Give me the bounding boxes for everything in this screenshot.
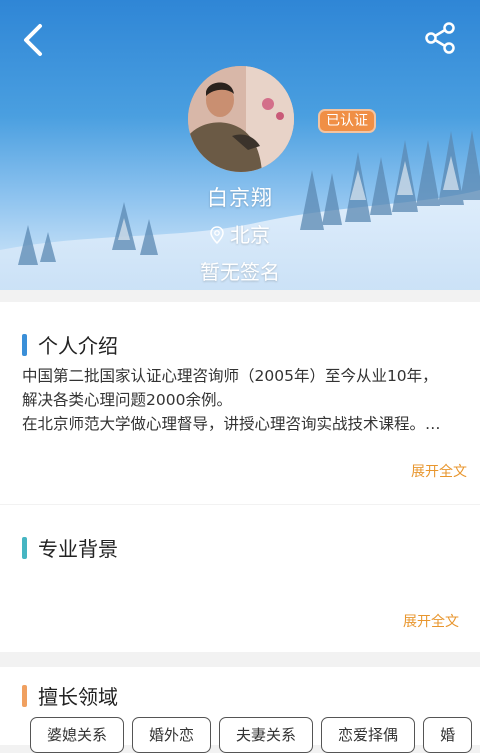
expertise-tags: 婆媳关系 婚外恋 夫妻关系 恋爱择偶婚	[30, 717, 480, 753]
background-section-title: 专业背景	[22, 533, 118, 562]
avatar-photo	[188, 66, 294, 172]
location-text: 北京	[230, 223, 270, 247]
expertise-title-text: 擅长领域	[38, 685, 118, 709]
expertise-tag[interactable]: 婚	[423, 717, 473, 753]
intro-text: 中国第二批国家认证心理咨询师（2005年）至今从业10年， 解决各类心理问题20…	[22, 364, 468, 436]
share-button[interactable]	[422, 20, 458, 56]
profile-header: 已认证 白京翔 北京 暂无签名	[0, 0, 480, 290]
verified-badge: 已认证	[318, 109, 376, 133]
profile-name: 白京翔	[207, 186, 273, 210]
expertise-tag[interactable]: 婆媳关系	[30, 717, 125, 753]
avatar[interactable]	[188, 66, 294, 172]
profile-signature: 暂无签名	[200, 260, 280, 284]
back-arrow-icon	[24, 24, 42, 56]
profile-location: 北京	[0, 219, 480, 248]
background-section: 专业背景 展开全文	[0, 505, 480, 652]
section-accent-bar	[22, 333, 27, 356]
intro-line: 在北京师范大学做心理督导，讲授心理咨询实战技术课程。…	[22, 415, 441, 433]
share-icon	[425, 22, 455, 54]
intro-section-title: 个人介绍	[22, 330, 118, 359]
expertise-tag[interactable]: 恋爱择偶	[321, 717, 416, 753]
intro-section: 个人介绍 中国第二批国家认证心理咨询师（2005年）至今从业10年， 解决各类心…	[0, 302, 480, 504]
back-button[interactable]	[14, 18, 54, 62]
location-pin-icon	[210, 226, 224, 244]
background-title-text: 专业背景	[38, 537, 118, 561]
expertise-tag[interactable]: 婚外恋	[132, 717, 212, 753]
expertise-section-title: 擅长领域	[22, 681, 118, 710]
expertise-tag[interactable]: 夫妻关系	[219, 717, 314, 753]
intro-title-text: 个人介绍	[38, 334, 118, 358]
intro-line: 中国第二批国家认证心理咨询师（2005年）至今从业10年，	[22, 367, 438, 385]
section-accent-bar	[22, 536, 27, 559]
background-expand-link[interactable]: 展开全文	[403, 611, 459, 631]
section-accent-bar	[22, 684, 27, 707]
intro-expand-link[interactable]: 展开全文	[411, 461, 467, 481]
intro-line: 解决各类心理问题2000余例。	[22, 391, 232, 409]
expertise-section: 擅长领域 婆媳关系 婚外恋 夫妻关系 恋爱择偶婚	[0, 667, 480, 753]
